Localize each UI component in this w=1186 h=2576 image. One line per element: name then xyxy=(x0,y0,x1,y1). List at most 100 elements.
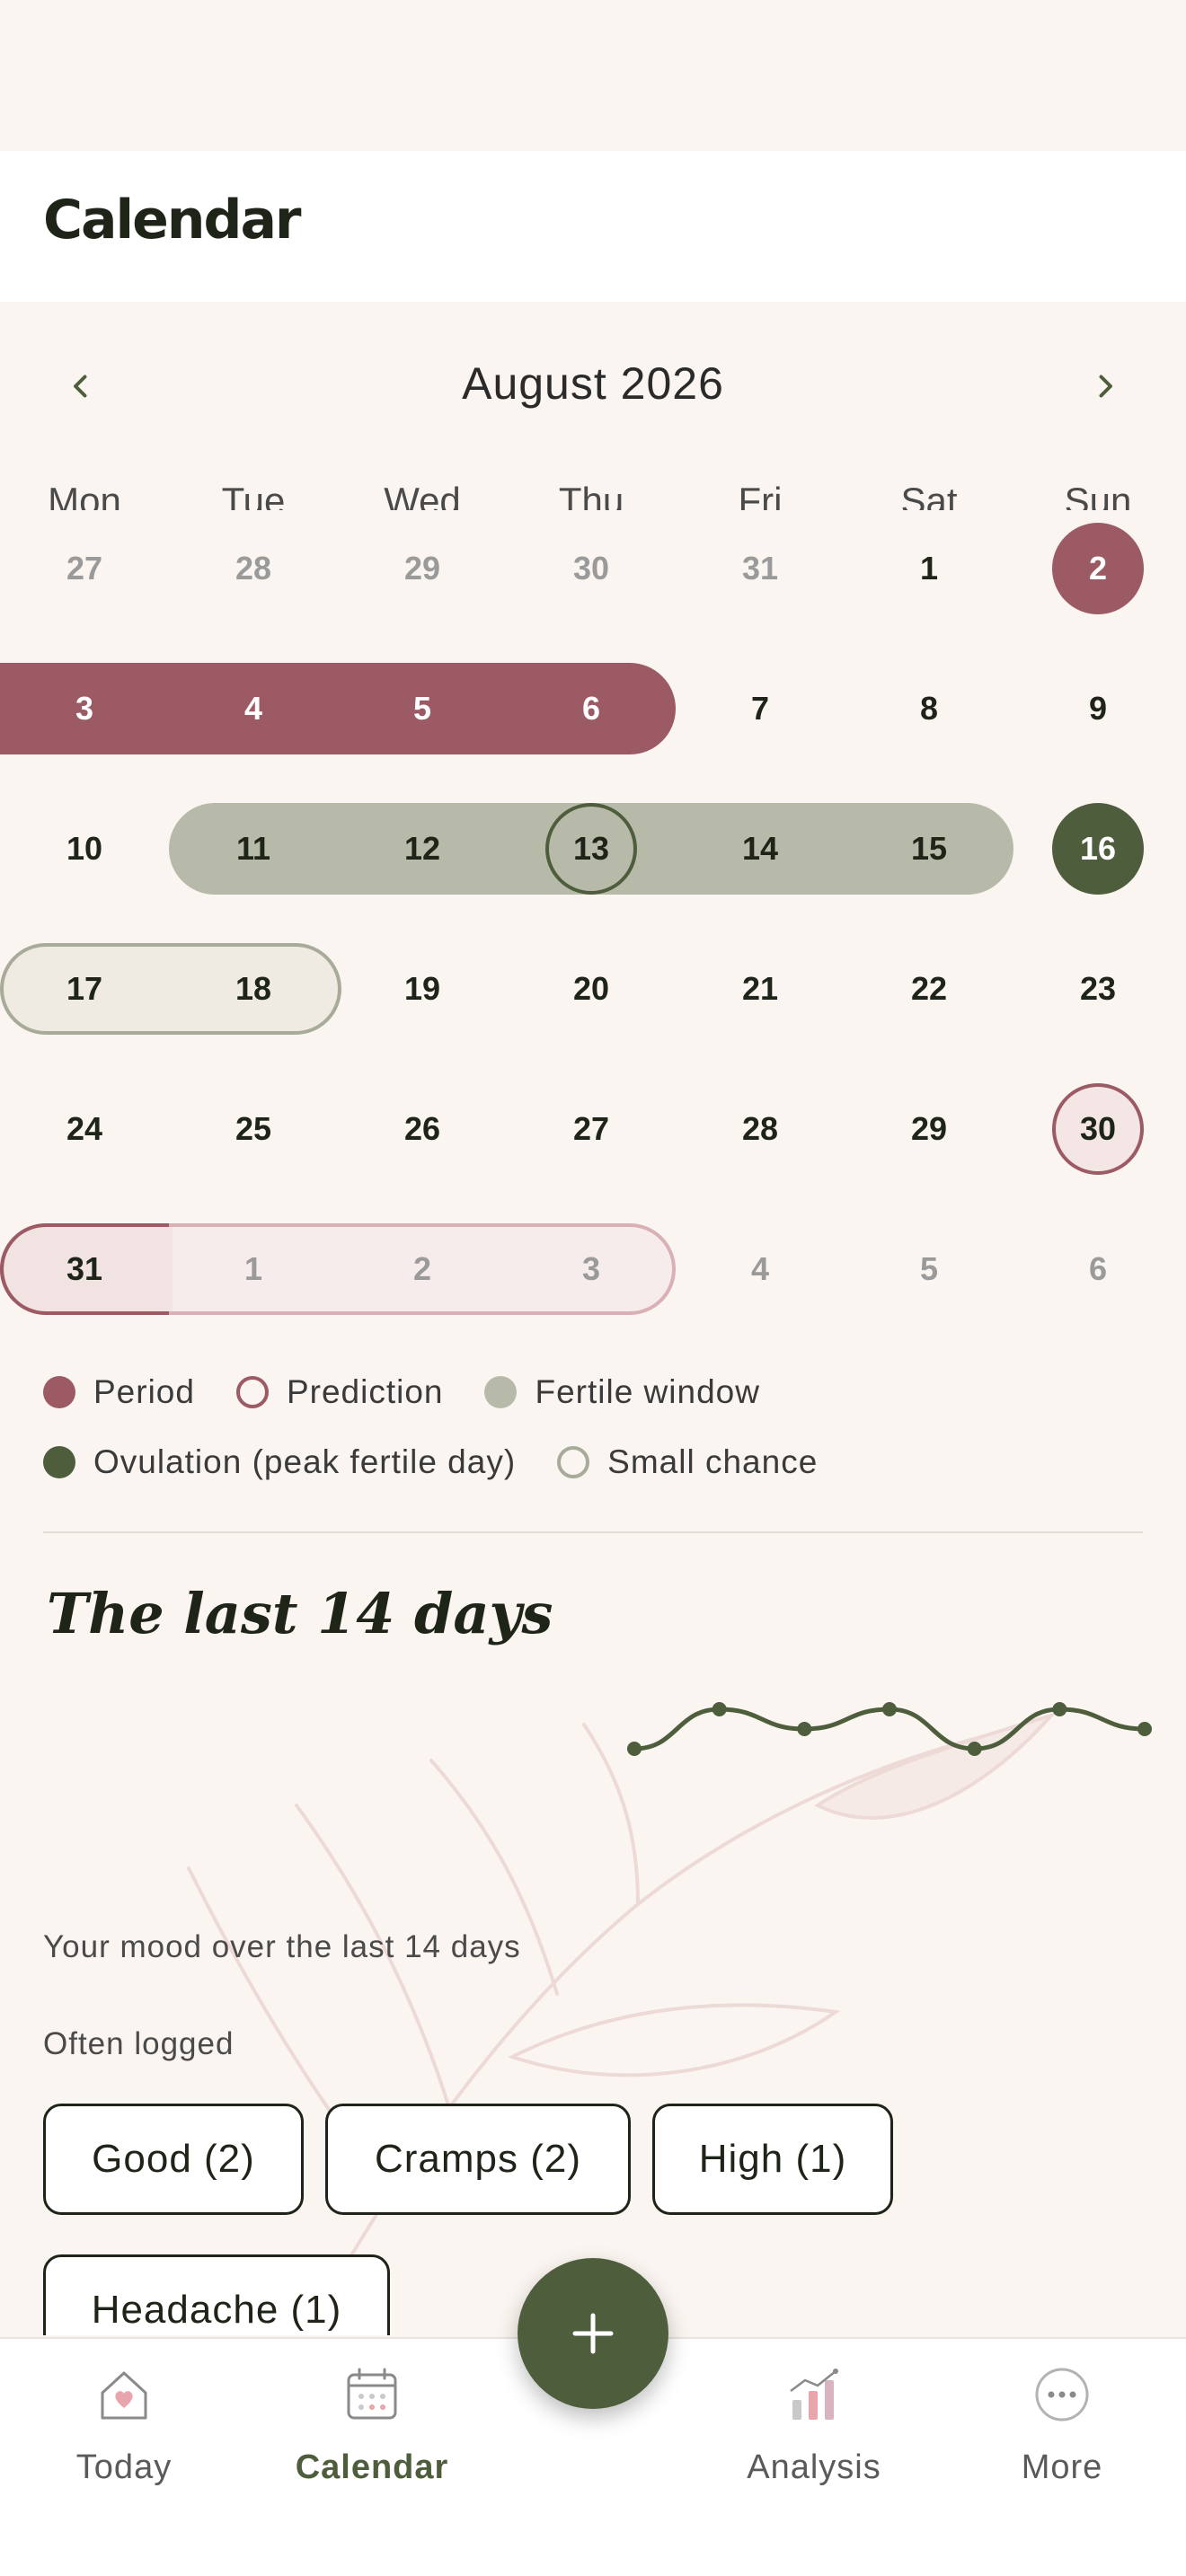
app-header: Calendar xyxy=(0,151,1186,302)
tab-calendar[interactable]: Calendar xyxy=(264,2366,480,2510)
weekday-label: Sat xyxy=(900,480,958,510)
calendar-day[interactable]: 14 xyxy=(706,803,814,895)
legend-fertile-window: Fertile window xyxy=(484,1373,759,1411)
calendar-day[interactable]: 17 xyxy=(31,943,138,1035)
calendar-day[interactable]: 29 xyxy=(875,1083,983,1175)
calendar-day[interactable]: 6 xyxy=(537,663,645,754)
calendar-day[interactable]: 4 xyxy=(199,663,307,754)
calendar-day[interactable]: 23 xyxy=(1044,943,1152,1035)
calendar-day[interactable]: 28 xyxy=(706,1083,814,1175)
calendar-day[interactable]: 3 xyxy=(31,663,138,754)
legend-small-chance: Small chance xyxy=(557,1443,818,1481)
tab-more[interactable]: More xyxy=(954,2366,1170,2510)
calendar-day[interactable]: 30 xyxy=(537,523,645,614)
mood-point xyxy=(712,1702,727,1716)
calendar-legend: Period Prediction Fertile window Ovulati… xyxy=(43,1365,1157,1505)
section-divider xyxy=(43,1531,1143,1533)
calendar-day[interactable]: 16 xyxy=(1044,803,1152,895)
next-month-button[interactable] xyxy=(1069,350,1141,422)
calendar-day[interactable]: 21 xyxy=(706,943,814,1035)
calendar-day[interactable]: 6 xyxy=(1044,1223,1152,1315)
calendar-day[interactable]: 12 xyxy=(368,803,476,895)
often-logged-chip[interactable]: Good (2) xyxy=(43,2104,304,2215)
calendar-grid: 27 28 29 30 31 1 2 3 4 5 6 7 8 9 10 11 12 13 14 15 16 17 18 19 2… xyxy=(0,523,1186,1331)
calendar-day[interactable]: 28 xyxy=(199,523,307,614)
legend-period: Period xyxy=(43,1373,195,1411)
often-logged-chip[interactable]: Cramps (2) xyxy=(325,2104,631,2215)
bar-chart-icon xyxy=(790,2369,838,2420)
calendar-day[interactable]: 8 xyxy=(875,663,983,754)
calendar-day[interactable]: 1 xyxy=(199,1223,307,1315)
calendar-day[interactable]: 22 xyxy=(875,943,983,1035)
mood-point xyxy=(967,1742,982,1756)
calendar-day[interactable]: 30 xyxy=(1044,1083,1152,1175)
legend-ovulation: Ovulation (peak fertile day) xyxy=(43,1443,516,1481)
plus-icon xyxy=(572,2313,614,2354)
tab-label: Analysis xyxy=(747,2448,881,2486)
often-logged-chip[interactable]: High (1) xyxy=(652,2104,893,2215)
tab-label: Today xyxy=(75,2448,173,2486)
tab-label: More xyxy=(1021,2448,1103,2486)
mood-point xyxy=(627,1742,642,1756)
calendar-day[interactable]: 7 xyxy=(706,663,814,754)
prediction-dot-icon xyxy=(235,1376,269,1408)
calendar-day[interactable]: 26 xyxy=(368,1083,476,1175)
calendar-day[interactable]: 27 xyxy=(31,523,138,614)
weekday-label: Thu xyxy=(558,480,624,510)
more-icon xyxy=(1035,2368,1089,2422)
mood-line-chart xyxy=(627,1702,1152,1756)
often-logged-chip[interactable]: Headache (1) xyxy=(43,2254,390,2335)
last-14-days-section: The last 14 days Your mood over the last… xyxy=(0,1545,1186,2335)
calendar-day[interactable]: 1 xyxy=(875,523,983,614)
calendar-day[interactable]: 3 xyxy=(537,1223,645,1315)
month-navigation: August 2026 xyxy=(0,341,1186,431)
status-bar-area xyxy=(0,0,1186,151)
often-logged-label: Often logged xyxy=(43,2026,235,2061)
calendar-day[interactable]: 11 xyxy=(199,803,307,895)
fertile-dot-icon xyxy=(484,1376,518,1408)
home-heart-icon xyxy=(101,2371,147,2420)
mood-point xyxy=(882,1702,897,1716)
weekday-label: Tue xyxy=(221,480,286,510)
tab-analysis[interactable]: Analysis xyxy=(706,2366,922,2510)
calendar-icon xyxy=(347,2368,397,2420)
month-title: August 2026 xyxy=(462,358,724,409)
weekday-header: Mon Tue Wed Thu Fri Sat Sun xyxy=(0,474,1186,510)
calendar-day[interactable]: 10 xyxy=(31,803,138,895)
calendar-day[interactable]: 31 xyxy=(706,523,814,614)
calendar-day[interactable]: 2 xyxy=(1044,523,1152,614)
weekday-label: Sun xyxy=(1064,480,1132,510)
calendar-day[interactable]: 20 xyxy=(537,943,645,1035)
period-dot-icon xyxy=(43,1376,75,1408)
tab-label: Calendar xyxy=(295,2448,449,2486)
page-title: Calendar xyxy=(43,189,302,251)
calendar-day[interactable]: 13 xyxy=(537,803,645,895)
mood-caption: Your mood over the last 14 days xyxy=(43,1929,521,1964)
legend-prediction: Prediction xyxy=(235,1373,444,1411)
weekday-label: Fri xyxy=(738,480,783,510)
calendar-day[interactable]: 5 xyxy=(875,1223,983,1315)
calendar-day[interactable]: 25 xyxy=(199,1083,307,1175)
calendar-day[interactable]: 4 xyxy=(706,1223,814,1315)
mood-point xyxy=(797,1722,812,1736)
tab-today[interactable]: Today xyxy=(16,2366,232,2510)
calendar-day[interactable]: 2 xyxy=(368,1223,476,1315)
small-chance-dot-icon xyxy=(557,1446,590,1478)
calendar-day[interactable]: 27 xyxy=(537,1083,645,1175)
chevron-right-icon xyxy=(1099,375,1112,398)
calendar-day[interactable]: 29 xyxy=(368,523,476,614)
calendar-day[interactable]: 15 xyxy=(875,803,983,895)
calendar-day[interactable]: 19 xyxy=(368,943,476,1035)
calendar-day[interactable]: 31 xyxy=(31,1223,138,1315)
calendar-day[interactable]: 24 xyxy=(31,1083,138,1175)
add-entry-button[interactable] xyxy=(518,2258,668,2409)
section-title: The last 14 days xyxy=(47,1581,553,1646)
weekday-label: Mon xyxy=(48,480,121,510)
calendar-day[interactable]: 5 xyxy=(368,663,476,754)
weekday-label: Wed xyxy=(384,480,461,510)
mood-point xyxy=(1137,1722,1152,1736)
mood-point xyxy=(1052,1702,1067,1716)
calendar-day[interactable]: 18 xyxy=(199,943,307,1035)
calendar-day[interactable]: 9 xyxy=(1044,663,1152,754)
ovulation-dot-icon xyxy=(43,1446,75,1478)
